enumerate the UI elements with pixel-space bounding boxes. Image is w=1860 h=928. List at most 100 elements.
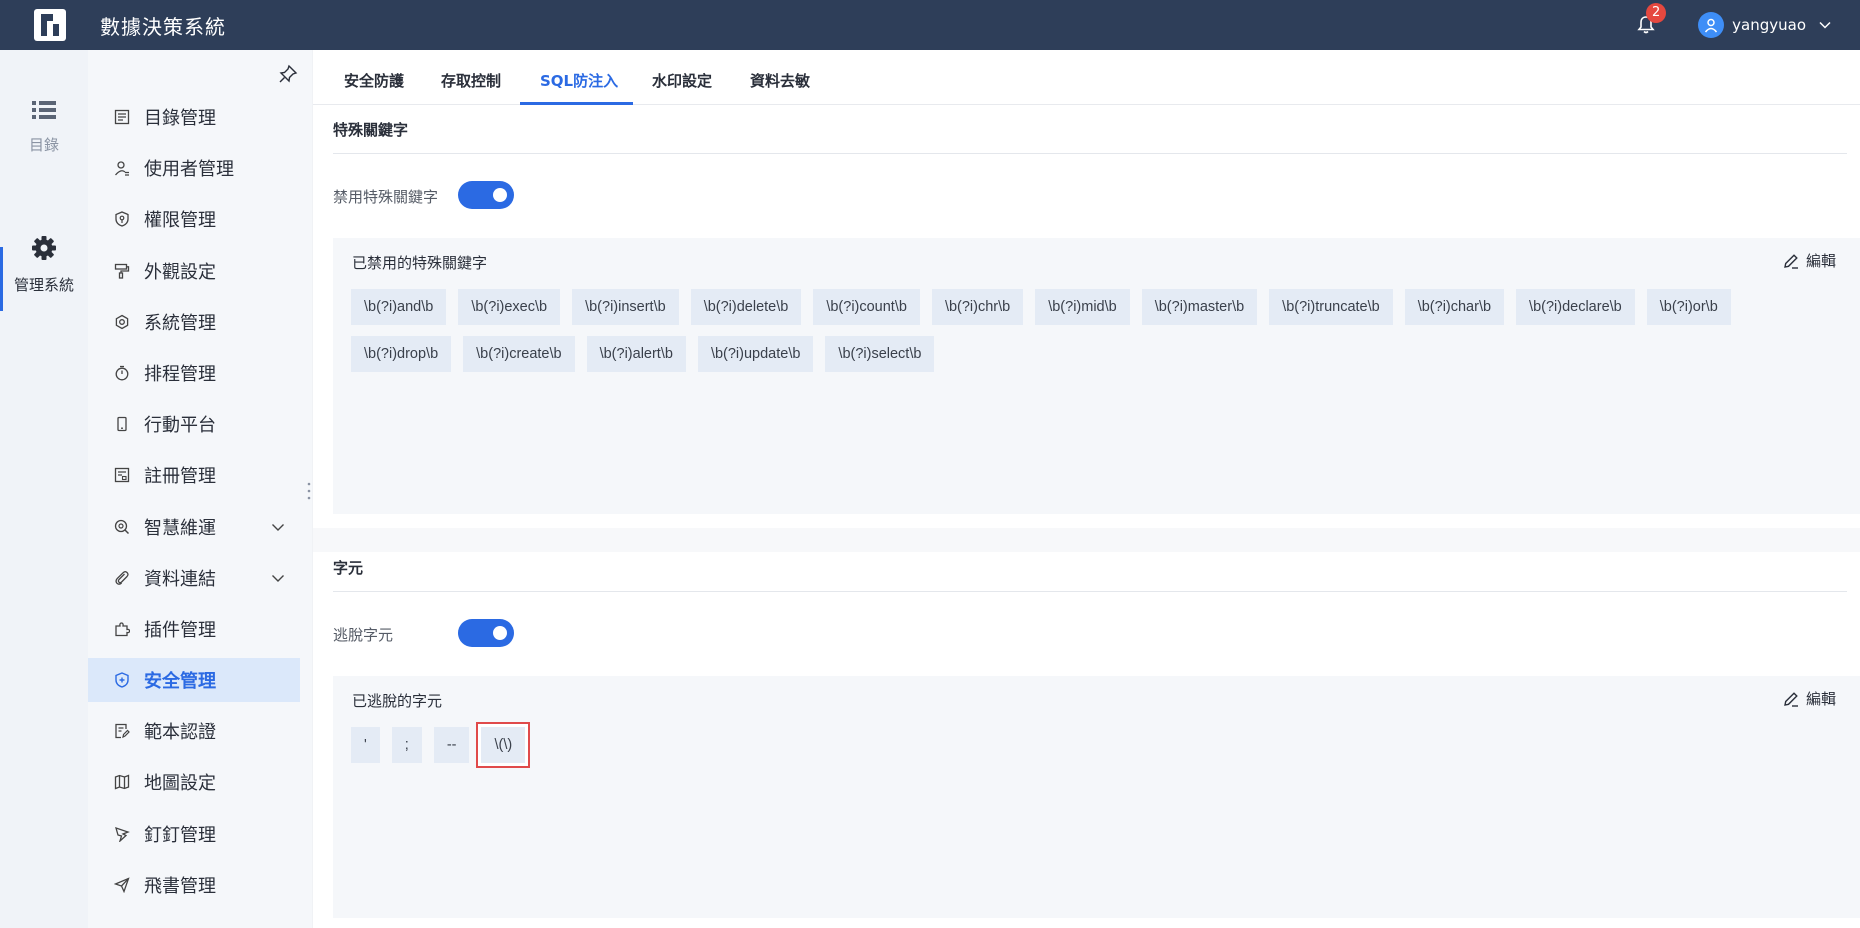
rail-item-catalog[interactable]: 目錄: [0, 98, 88, 155]
char-tag[interactable]: ': [351, 727, 380, 763]
sidebar-item-label: 範本認證: [144, 722, 216, 744]
gear-icon: [32, 236, 56, 260]
sidebar-item-security-management[interactable]: 安全管理: [88, 658, 300, 703]
keywords-divider: [333, 153, 1847, 154]
keyword-tag[interactable]: \b(?i)chr\b: [931, 289, 1024, 325]
escaped-chars-list: ' ; -- \(\): [351, 722, 1841, 774]
keyword-tag[interactable]: \b(?i)drop\b: [351, 336, 452, 372]
keyword-tag[interactable]: \b(?i)master\b: [1141, 289, 1258, 325]
sidebar-item-catalog-management[interactable]: 目錄管理: [88, 95, 300, 139]
shield-icon: [113, 671, 131, 689]
chevron-down-icon: [1819, 21, 1831, 29]
notification-button[interactable]: 2: [1634, 3, 1667, 37]
sidebar-item-appearance[interactable]: 外觀設定: [88, 249, 300, 293]
keyword-tag[interactable]: \b(?i)and\b: [351, 289, 447, 325]
sidebar-item-label: 資料連結: [144, 568, 216, 590]
sidebar-item-label: 外觀設定: [144, 261, 216, 283]
smart-ops-icon: [113, 518, 131, 536]
user-icon: [113, 159, 131, 177]
notification-badge: 2: [1646, 3, 1667, 23]
rail-label-catalog: 目錄: [28, 136, 59, 154]
sidebar-item-schedule-management[interactable]: 排程管理: [88, 351, 300, 395]
chars-edit-button[interactable]: 編輯: [1782, 688, 1836, 709]
disabled-keywords-list: \b(?i)and\b \b(?i)exec\b \b(?i)insert\b …: [351, 289, 1841, 383]
sidebar-item-label: 使用者管理: [144, 159, 234, 181]
escape-chars-toggle[interactable]: [458, 619, 514, 647]
keyword-tag[interactable]: \b(?i)exec\b: [458, 289, 561, 325]
keyword-tag[interactable]: \b(?i)delete\b: [690, 289, 802, 325]
keyword-tag[interactable]: \b(?i)alert\b: [586, 336, 686, 372]
sidebar-item-data-connection[interactable]: 資料連結: [88, 556, 300, 600]
char-tag[interactable]: ;: [391, 727, 422, 763]
tab-data-masking[interactable]: 資料去敏: [750, 70, 810, 91]
keyword-tag[interactable]: \b(?i)truncate\b: [1269, 289, 1393, 325]
paperclip-icon: [113, 569, 131, 587]
edit-icon: [1784, 691, 1798, 707]
sidebar-item-feishu-management[interactable]: 飛書管理: [88, 863, 300, 907]
tab-security-protection[interactable]: 安全防護: [344, 70, 404, 91]
chars-divider: [333, 591, 1847, 592]
disabled-keywords-title: 已禁用的特殊關鍵字: [352, 254, 488, 272]
left-rail: 目錄 管理系統: [0, 50, 88, 928]
sidebar-item-mobile-platform[interactable]: 行動平台: [88, 402, 300, 446]
keywords-section-title: 特殊關鍵字: [333, 121, 409, 139]
char-tag-highlighted[interactable]: \(\): [476, 722, 531, 768]
app-logo[interactable]: [33, 8, 67, 42]
keyword-tag[interactable]: \b(?i)insert\b: [572, 289, 679, 325]
escaped-chars-title: 已逃脫的字元: [352, 692, 443, 710]
permission-icon: [113, 210, 131, 228]
keyword-tag[interactable]: \b(?i)or\b: [1646, 289, 1731, 325]
app-title: 數據決策系統: [100, 14, 226, 39]
register-icon: [113, 466, 131, 484]
toggle-knob: [493, 626, 507, 640]
sidebar-item-dingtalk-management[interactable]: 釘釘管理: [88, 812, 300, 856]
char-tag[interactable]: --: [433, 727, 470, 763]
main-content: 安全防護 存取控制 SQL防注入 水印設定 資料去敏 特殊關鍵字 禁用特殊關鍵字…: [313, 50, 1860, 928]
user-avatar-icon: [1705, 18, 1718, 33]
keyword-tag[interactable]: \b(?i)declare\b: [1516, 289, 1635, 325]
sidebar-item-smart-ops[interactable]: 智慧維運: [88, 505, 300, 549]
sidebar-item-permission-management[interactable]: 權限管理: [88, 197, 300, 241]
edit-label: 編輯: [1805, 252, 1836, 270]
sidebar-item-label: 系統管理: [144, 312, 216, 334]
rail-item-management[interactable]: 管理系統: [0, 234, 88, 295]
list-icon: [32, 101, 56, 119]
chevron-down-icon: [272, 523, 284, 531]
catalog-icon: [113, 108, 131, 126]
sidebar-item-user-management[interactable]: 使用者管理: [88, 146, 300, 190]
sidebar-item-label: 飛書管理: [144, 875, 216, 897]
sidebar-item-label: 地圖設定: [144, 773, 216, 795]
toggle-knob: [493, 188, 507, 202]
sidebar-item-registration[interactable]: 註冊管理: [88, 453, 300, 497]
keyword-tag[interactable]: \b(?i)mid\b: [1035, 289, 1130, 325]
disable-keywords-toggle[interactable]: [458, 181, 514, 209]
sidebar-item-plugin-management[interactable]: 插件管理: [88, 607, 300, 651]
top-header: 數據決策系統 2 yangyuao: [0, 0, 1860, 50]
tab-access-control[interactable]: 存取控制: [441, 70, 501, 91]
dingtalk-icon: [113, 825, 131, 843]
sidebar-item-label: 排程管理: [144, 363, 216, 385]
sidebar-item-map-settings[interactable]: 地圖設定: [88, 760, 300, 804]
map-icon: [113, 773, 131, 791]
disabled-keywords-panel: 已禁用的特殊關鍵字 編輯 \b(?i)and\b \b(?i)exec\b \b…: [333, 238, 1860, 514]
keyword-tag[interactable]: \b(?i)select\b: [825, 336, 935, 372]
sidebar-menu: 目錄管理 使用者管理 權限管理 外觀設定 系統管理 排程管理 行動平台 註冊管理…: [88, 95, 300, 914]
paint-roller-icon: [113, 262, 131, 280]
paper-plane-icon: [113, 876, 131, 894]
keyword-tag[interactable]: \b(?i)create\b: [463, 336, 575, 372]
disable-keywords-label: 禁用特殊關鍵字: [333, 188, 439, 206]
sidebar-item-label: 權限管理: [144, 210, 216, 232]
user-menu[interactable]: yangyuao: [1698, 12, 1832, 38]
tab-watermark[interactable]: 水印設定: [652, 70, 712, 91]
keyword-tag[interactable]: \b(?i)update\b: [697, 336, 814, 372]
keyword-tag[interactable]: \b(?i)count\b: [813, 289, 920, 325]
rail-label-management: 管理系統: [13, 276, 74, 294]
sidebar-item-label: 插件管理: [144, 619, 216, 641]
logo-icon: [34, 9, 66, 41]
pin-button[interactable]: [278, 64, 298, 84]
tab-sql-injection[interactable]: SQL防注入: [540, 70, 618, 91]
sidebar-item-template-certification[interactable]: 範本認證: [88, 709, 300, 753]
sidebar-item-system-management[interactable]: 系統管理: [88, 300, 300, 344]
keyword-tag[interactable]: \b(?i)char\b: [1404, 289, 1505, 325]
keywords-edit-button[interactable]: 編輯: [1782, 250, 1836, 271]
